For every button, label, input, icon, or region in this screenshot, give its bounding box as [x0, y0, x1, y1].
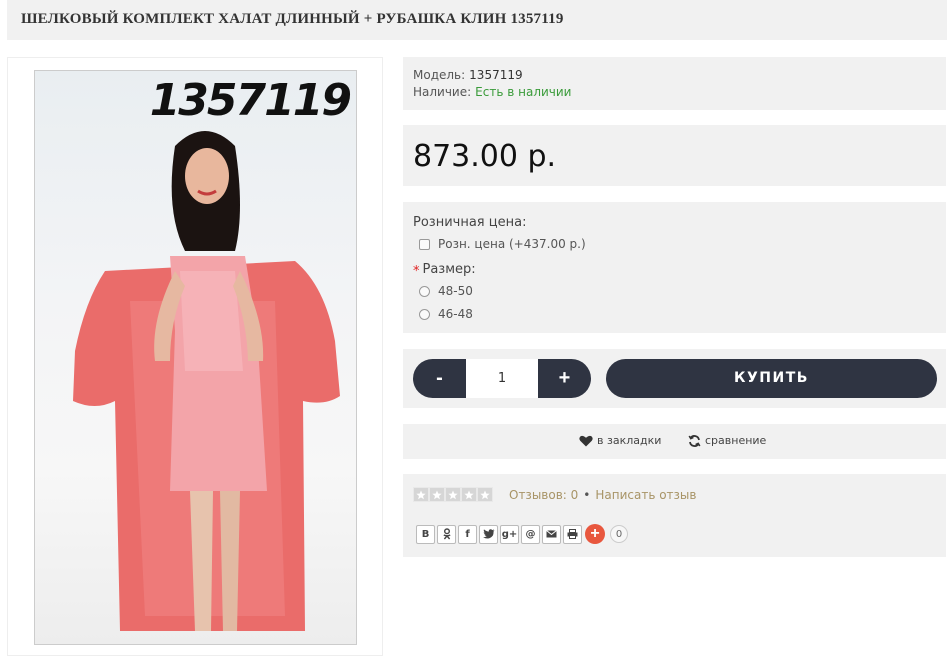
size-option-46-48[interactable]: 46-48 [419, 307, 473, 321]
at-sign-icon: @ [525, 528, 536, 540]
actions-panel: в закладки сравнение [403, 424, 946, 459]
model-value: 1357119 [469, 68, 523, 82]
quantity-input[interactable]: 1 [466, 359, 538, 398]
star-icon [461, 487, 477, 502]
mailru-share-button[interactable]: @ [521, 524, 540, 544]
star-icon [413, 487, 429, 502]
star-icon [429, 487, 445, 502]
review-panel: Отзывов: 0 • Написать отзыв В f g+ @ + 0 [403, 474, 946, 557]
product-image-box: 1357119 [7, 57, 383, 656]
quantity-stepper: - 1 + [413, 359, 591, 398]
product-photo[interactable]: 1357119 [34, 70, 357, 645]
stock-label: Наличие: [413, 85, 472, 99]
odnoklassniki-share-button[interactable] [437, 524, 456, 544]
size-option-48-50[interactable]: 48-50 [419, 284, 473, 298]
quantity-increase-button[interactable]: + [538, 359, 591, 398]
retail-price-heading: Розничная цена: [413, 215, 527, 230]
retail-price-option-label: Розн. цена (+437.00 р.) [438, 237, 586, 251]
plus-icon: + [590, 525, 600, 542]
rating-stars [413, 487, 493, 502]
size-heading-label: Размер: [422, 262, 476, 277]
print-button[interactable] [563, 524, 582, 544]
options-panel: Розничная цена: Розн. цена (+437.00 р.) … [403, 202, 946, 333]
google-plus-share-button[interactable]: g+ [500, 524, 519, 544]
model-row: Модель: 1357119 [413, 68, 523, 82]
model-label: Модель: [413, 68, 466, 82]
retail-price-option[interactable]: Розн. цена (+437.00 р.) [419, 237, 586, 251]
facebook-share-button[interactable]: f [458, 524, 477, 544]
retail-price-checkbox[interactable] [419, 238, 430, 250]
star-icon [477, 487, 493, 502]
product-photo-illustration [73, 131, 340, 631]
price-panel: 873.00 р. [403, 125, 946, 186]
review-links: Отзывов: 0 • Написать отзыв [509, 488, 696, 502]
stock-value: Есть в наличии [475, 85, 572, 99]
share-count: 0 [610, 525, 628, 543]
quantity-decrease-button[interactable]: - [413, 359, 466, 398]
facebook-icon: f [465, 528, 470, 540]
odnoklassniki-icon [442, 528, 451, 540]
stock-row: Наличие: Есть в наличии [413, 85, 571, 99]
heart-icon [579, 435, 593, 446]
size-radio-46-48[interactable] [419, 308, 430, 320]
compare-link[interactable]: сравнение [688, 434, 766, 447]
reviews-count-link[interactable]: Отзывов: 0 [509, 488, 578, 502]
twitter-share-button[interactable] [479, 524, 498, 544]
size-heading: * Размер: [413, 262, 476, 279]
product-price: 873.00 р. [413, 139, 557, 174]
vk-icon: В [421, 528, 430, 540]
refresh-icon [688, 434, 701, 447]
printer-icon [567, 529, 578, 539]
share-buttons: В f g+ @ + 0 [416, 524, 628, 544]
write-review-link[interactable]: Написать отзыв [595, 488, 696, 502]
size-radio-48-50[interactable] [419, 285, 430, 297]
buy-button[interactable]: КУПИТЬ [606, 359, 937, 398]
more-share-button[interactable]: + [585, 524, 605, 544]
review-separator: • [583, 488, 591, 502]
star-icon [445, 487, 461, 502]
wishlist-link[interactable]: в закладки [579, 434, 661, 447]
product-title: ШЕЛКОВЫЙ КОМПЛЕКТ ХАЛАТ ДЛИННЫЙ + РУБАШК… [21, 11, 564, 27]
product-image-code: 1357119 [149, 75, 352, 126]
cart-panel: - 1 + КУПИТЬ [403, 349, 946, 408]
size-option-label: 46-48 [438, 307, 473, 321]
wishlist-label: в закладки [597, 434, 662, 447]
vk-share-button[interactable]: В [416, 524, 435, 544]
product-info-panel: Модель: 1357119 Наличие: Есть в наличии [403, 57, 946, 110]
email-share-button[interactable] [542, 524, 561, 544]
twitter-icon [482, 529, 494, 539]
size-option-label: 48-50 [438, 284, 473, 298]
required-mark: * [413, 264, 420, 279]
google-plus-icon: g+ [501, 528, 518, 540]
title-bar: ШЕЛКОВЫЙ КОМПЛЕКТ ХАЛАТ ДЛИННЫЙ + РУБАШК… [7, 0, 947, 40]
compare-label: сравнение [705, 434, 767, 447]
envelope-icon [546, 530, 557, 538]
